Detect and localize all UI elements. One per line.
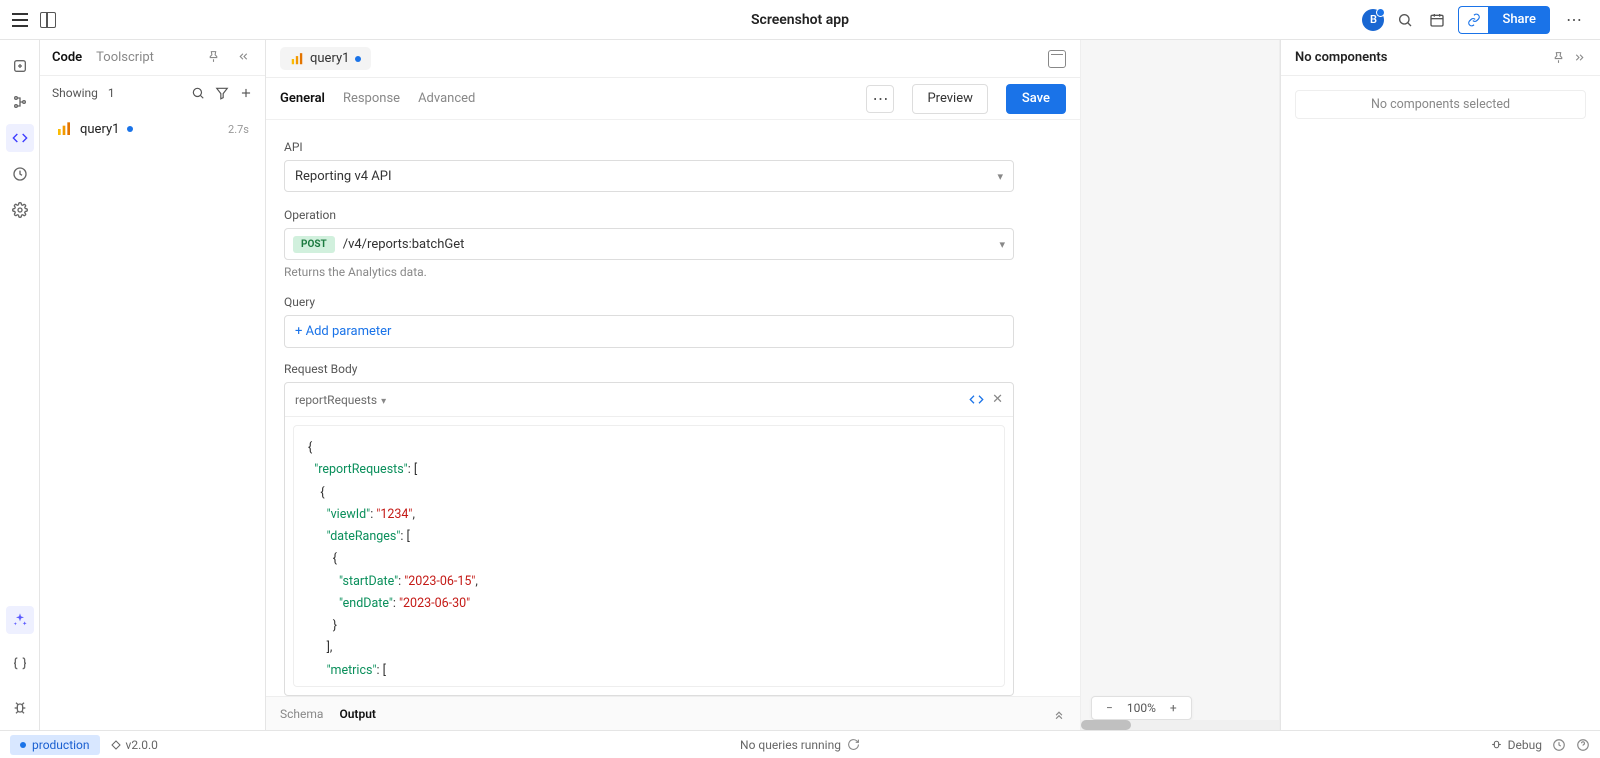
rail-code-icon[interactable] (6, 124, 34, 152)
inspector-empty-state: No components selected (1295, 90, 1586, 119)
inspector-panel: No components No components selected (1280, 40, 1600, 730)
query-list-item[interactable]: query1 2.7s (48, 114, 257, 144)
analytics-icon (56, 121, 72, 137)
api-select[interactable]: Reporting v4 API ▾ (284, 160, 1014, 192)
request-body-label: Request Body (284, 362, 1062, 376)
query-title: query1 (310, 51, 349, 66)
share-button[interactable]: Share (1488, 6, 1550, 34)
zoom-out-button[interactable]: − (1102, 701, 1117, 715)
zoom-in-button[interactable]: + (1166, 701, 1181, 715)
tab-output[interactable]: Output (339, 707, 375, 721)
app-title: Screenshot app (751, 12, 849, 28)
preview-button[interactable]: Preview (912, 84, 987, 114)
unsaved-dot-icon (127, 126, 133, 132)
inspector-title: No components (1295, 50, 1387, 65)
tab-schema[interactable]: Schema (280, 707, 323, 721)
more-options-icon[interactable]: ⋯ (866, 85, 894, 113)
search-queries-icon[interactable] (191, 86, 205, 100)
version-label[interactable]: v2.0.0 (110, 738, 158, 752)
clear-icon[interactable]: ✕ (992, 392, 1003, 407)
analytics-icon (290, 52, 304, 66)
showing-count: 1 (108, 86, 115, 100)
tab-response[interactable]: Response (343, 91, 400, 106)
chevron-down-icon: ▾ (997, 170, 1003, 183)
horizontal-scrollbar[interactable] (1081, 720, 1279, 730)
queries-status: No queries running (740, 738, 841, 752)
rail-add-icon[interactable] (6, 52, 34, 80)
search-icon[interactable] (1394, 9, 1416, 31)
operation-hint: Returns the Analytics data. (284, 265, 1062, 279)
maximize-icon[interactable] (1048, 50, 1066, 68)
showing-label: Showing (52, 86, 98, 100)
more-menu-icon[interactable]: ⋯ (1560, 10, 1588, 29)
collapse-right-icon[interactable] (1573, 51, 1586, 64)
add-query-icon[interactable] (239, 86, 253, 100)
rail-sparkle-icon[interactable] (6, 606, 34, 634)
operation-label: Operation (284, 208, 1062, 222)
env-dot-icon (20, 742, 26, 748)
api-select-value: Reporting v4 API (295, 169, 392, 184)
editor-panel: query1 General Response Advanced ⋯ Previ… (266, 40, 1080, 730)
query-name: query1 (80, 122, 119, 137)
panel-toggle-icon[interactable] (40, 12, 56, 28)
http-method-badge: POST (293, 236, 335, 253)
operation-path: /v4/reports:batchGet (343, 237, 992, 252)
hamburger-menu-icon[interactable] (12, 13, 28, 27)
code-mode-icon[interactable] (969, 392, 984, 407)
sidebar-tab-toolscript[interactable]: Toolscript (96, 50, 154, 65)
pin-icon[interactable] (1552, 51, 1565, 64)
query-section-label: Query (284, 295, 1062, 309)
collapse-left-icon[interactable] (237, 50, 253, 66)
api-label: API (284, 140, 1062, 154)
code-sidebar: Code Toolscript Showing 1 (40, 40, 266, 730)
history-icon[interactable] (1552, 738, 1566, 752)
pin-icon[interactable] (207, 50, 223, 66)
expand-up-icon[interactable] (1052, 707, 1066, 721)
rail-settings-icon[interactable] (6, 196, 34, 224)
filter-icon[interactable] (215, 86, 229, 100)
status-bar: production v2.0.0 No queries running Deb… (0, 730, 1600, 758)
debug-toggle[interactable]: Debug (1490, 738, 1542, 752)
environment-pill[interactable]: production (10, 735, 100, 755)
sidebar-tab-code[interactable]: Code (52, 50, 82, 65)
rail-history-icon[interactable] (6, 160, 34, 188)
left-rail (0, 40, 40, 730)
help-icon[interactable] (1576, 738, 1590, 752)
operation-select[interactable]: POST /v4/reports:batchGet ▾ (284, 228, 1014, 260)
save-button[interactable]: Save (1006, 84, 1066, 114)
zoom-value: 100% (1127, 701, 1156, 715)
request-body-box: reportRequests▾ ✕ { "reportRequests": [ … (284, 382, 1014, 696)
share-link-icon[interactable] (1458, 6, 1488, 34)
tab-general[interactable]: General (280, 91, 325, 106)
top-header: Screenshot app B Share ⋯ (0, 0, 1600, 40)
zoom-control: − 100% + (1091, 696, 1192, 720)
unsaved-dot-icon (355, 56, 361, 62)
canvas-area[interactable]: − 100% + (1080, 40, 1280, 730)
body-key-selector[interactable]: reportRequests▾ (295, 393, 386, 407)
query-title-tag[interactable]: query1 (280, 47, 371, 70)
chevron-down-icon: ▾ (999, 238, 1005, 251)
user-avatar[interactable]: B (1362, 9, 1384, 31)
query-time: 2.7s (228, 123, 249, 136)
refresh-icon[interactable] (847, 738, 860, 751)
rail-tree-icon[interactable] (6, 88, 34, 116)
rail-bug-icon[interactable] (6, 694, 34, 722)
calendar-icon[interactable] (1426, 9, 1448, 31)
rail-braces-icon[interactable] (6, 650, 34, 678)
add-parameter-button[interactable]: + Add parameter (285, 316, 1013, 347)
tab-advanced[interactable]: Advanced (418, 91, 475, 106)
query-params-box: + Add parameter (284, 315, 1014, 348)
json-editor[interactable]: { "reportRequests": [ { "viewId": "1234"… (293, 425, 1005, 687)
